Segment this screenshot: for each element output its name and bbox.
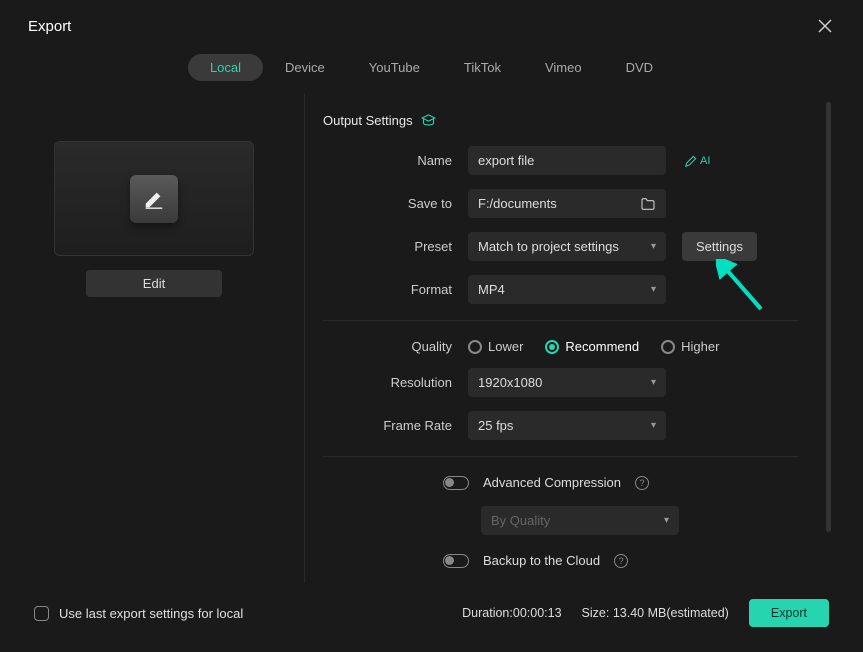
chevron-down-icon: ▾ xyxy=(651,377,656,388)
tab-tiktok[interactable]: TikTok xyxy=(442,54,523,81)
settings-column: Output Settings Name AI Save to xyxy=(304,93,829,583)
chevron-down-icon: ▾ xyxy=(651,241,656,252)
name-label: Name xyxy=(323,153,468,168)
output-settings-header: Output Settings xyxy=(323,113,799,128)
quality-lower-radio[interactable]: Lower xyxy=(468,339,523,354)
preset-select[interactable]: Match to project settings ▾ xyxy=(468,232,666,261)
saveto-label: Save to xyxy=(323,196,468,211)
resolution-label: Resolution xyxy=(323,375,468,390)
close-icon xyxy=(818,19,832,33)
quality-label: Quality xyxy=(323,339,468,354)
framerate-row: Frame Rate 25 fps ▾ xyxy=(323,411,799,440)
use-last-settings-checkbox[interactable] xyxy=(34,606,49,621)
tabs: Local Device YouTube TikTok Vimeo DVD xyxy=(10,44,853,93)
tab-dvd[interactable]: DVD xyxy=(604,54,675,81)
tab-local[interactable]: Local xyxy=(188,54,263,81)
footer: Use last export settings for local Durat… xyxy=(28,592,835,634)
name-row: Name AI xyxy=(323,146,799,175)
titlebar: Export xyxy=(10,2,853,44)
preset-settings-button[interactable]: Settings xyxy=(682,232,757,261)
chevron-down-icon: ▾ xyxy=(651,284,656,295)
use-last-settings-label: Use last export settings for local xyxy=(59,606,243,621)
framerate-label: Frame Rate xyxy=(323,418,468,433)
quality-recommend-radio[interactable]: Recommend xyxy=(545,339,639,354)
quality-radios: Lower Recommend Higher xyxy=(468,339,719,354)
help-icon[interactable]: ? xyxy=(635,476,649,490)
scrollbar[interactable] xyxy=(826,102,831,532)
size-info: Size: 13.40 MB(estimated) xyxy=(582,606,729,620)
preset-row: Preset Match to project settings ▾ Setti… xyxy=(323,232,799,261)
browse-folder-button[interactable] xyxy=(640,196,656,212)
radio-icon xyxy=(545,340,559,354)
dialog-body: Edit Output Settings Name AI Save to xyxy=(10,93,853,583)
backup-cloud-label: Backup to the Cloud xyxy=(483,553,600,568)
preview-column: Edit xyxy=(34,93,274,583)
preset-label: Preset xyxy=(323,239,468,254)
advanced-compression-row: Advanced Compression ? xyxy=(323,475,799,490)
dialog-title: Export xyxy=(28,18,71,35)
resolution-row: Resolution 1920x1080 ▾ xyxy=(323,368,799,397)
advanced-compression-toggle[interactable] xyxy=(443,476,469,490)
graduation-cap-icon xyxy=(421,113,436,128)
folder-icon xyxy=(640,196,656,212)
pencil-icon xyxy=(130,175,178,223)
tab-device[interactable]: Device xyxy=(263,54,347,81)
export-dialog: Export Local Device YouTube TikTok Vimeo… xyxy=(10,2,853,644)
pencil-ai-icon xyxy=(684,154,698,168)
framerate-select[interactable]: 25 fps ▾ xyxy=(468,411,666,440)
export-button[interactable]: Export xyxy=(749,599,829,627)
footer-left: Use last export settings for local xyxy=(34,606,243,621)
preview-thumbnail[interactable] xyxy=(54,141,254,256)
divider xyxy=(323,456,799,457)
edit-button[interactable]: Edit xyxy=(86,270,222,297)
duration-info: Duration:00:00:13 xyxy=(462,606,561,620)
compression-mode-select: By Quality ▾ xyxy=(481,506,679,535)
tab-youtube[interactable]: YouTube xyxy=(347,54,442,81)
format-label: Format xyxy=(323,282,468,297)
quality-higher-radio[interactable]: Higher xyxy=(661,339,719,354)
radio-icon xyxy=(468,340,482,354)
resolution-select[interactable]: 1920x1080 ▾ xyxy=(468,368,666,397)
saveto-input[interactable] xyxy=(468,189,666,218)
backup-cloud-toggle[interactable] xyxy=(443,554,469,568)
ai-rename-button[interactable]: AI xyxy=(684,154,710,168)
tab-vimeo[interactable]: Vimeo xyxy=(523,54,604,81)
advanced-compression-label: Advanced Compression xyxy=(483,475,621,490)
close-button[interactable] xyxy=(815,16,835,36)
help-icon[interactable]: ? xyxy=(614,554,628,568)
quality-row: Quality Lower Recommend Higher xyxy=(323,339,799,354)
footer-right: Duration:00:00:13 Size: 13.40 MB(estimat… xyxy=(462,599,829,627)
saveto-row: Save to xyxy=(323,189,799,218)
chevron-down-icon: ▾ xyxy=(651,420,656,431)
output-settings-label: Output Settings xyxy=(323,113,413,128)
format-select[interactable]: MP4 ▾ xyxy=(468,275,666,304)
radio-icon xyxy=(661,340,675,354)
divider xyxy=(323,320,799,321)
format-row: Format MP4 ▾ xyxy=(323,275,799,304)
name-input[interactable] xyxy=(468,146,666,175)
backup-cloud-row: Backup to the Cloud ? xyxy=(323,553,799,568)
chevron-down-icon: ▾ xyxy=(664,515,669,526)
